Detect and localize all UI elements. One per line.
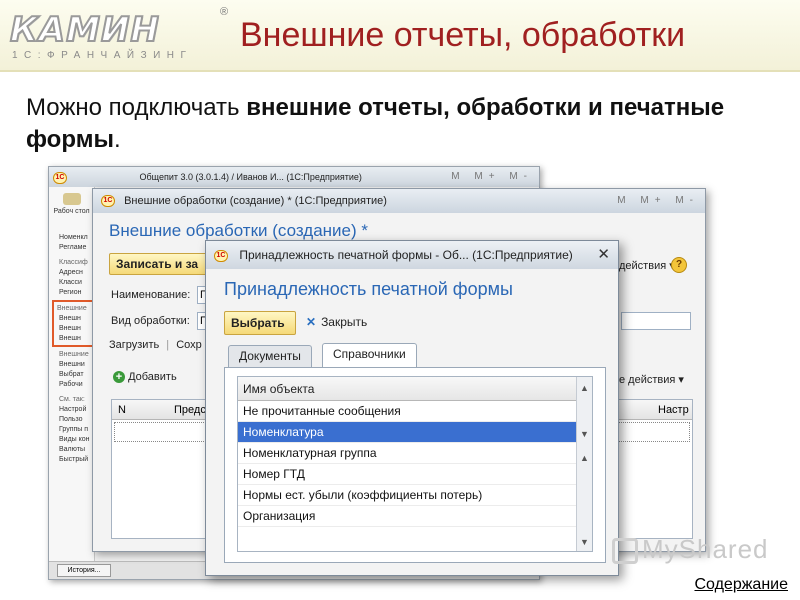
list-item[interactable]: Номенклатурная группа bbox=[238, 443, 576, 464]
page-title: Внешние отчеты, обработки bbox=[240, 16, 686, 54]
close-x-icon: ✕ bbox=[306, 315, 317, 329]
sections-panel: Рабоч стол Номенкл Регламе Классиф Адрес… bbox=[49, 187, 95, 579]
close-button-label: Закрыть bbox=[321, 315, 368, 329]
table-of-contents-link[interactable]: Содержание bbox=[694, 576, 788, 594]
nav-item[interactable]: Виды кон bbox=[49, 435, 94, 445]
intro-text: Можно подключать внешние отчеты, обработ… bbox=[26, 92, 746, 156]
list-item-selected[interactable]: Номенклатура bbox=[238, 422, 576, 443]
list-item[interactable]: Не прочитанные сообщения bbox=[238, 401, 576, 422]
object-list: Имя объекта Не прочитанные сообщения Ном… bbox=[237, 376, 593, 552]
watermark-text: MyShared bbox=[642, 534, 769, 564]
column-presentation[interactable]: Предс bbox=[174, 400, 206, 420]
1c-app-icon: 1С bbox=[53, 171, 67, 184]
highlighted-nav-group: Внешние Внешн Внешн Внешн bbox=[52, 300, 94, 347]
type-field-right[interactable] bbox=[621, 312, 691, 330]
logo-subtitle: 1С:ФРАНЧАЙЗИНГ bbox=[12, 50, 193, 61]
tab-other[interactable]: Сохр bbox=[176, 339, 202, 351]
intro-end: . bbox=[113, 126, 121, 153]
save-and-close-button[interactable]: Записать и за bbox=[109, 253, 219, 275]
watermark: MyShared bbox=[612, 534, 769, 565]
main-window-titlebar: 1С Общепит 3.0 (3.0.1.4) / Иванов И... (… bbox=[49, 167, 539, 187]
catalogs-tab-panel: Имя объекта Не прочитанные сообщения Ном… bbox=[224, 367, 606, 563]
nav-item[interactable]: Внешн bbox=[54, 314, 92, 324]
nav-group-label: Внешние bbox=[57, 305, 87, 312]
nav-item[interactable]: Класси bbox=[49, 278, 94, 288]
nav-item[interactable]: Настрой bbox=[49, 405, 94, 415]
name-label: Наименование: bbox=[111, 289, 191, 301]
processing-tabs: Загрузить | Сохр bbox=[109, 339, 202, 351]
nav-item[interactable]: Адресн bbox=[49, 268, 94, 278]
processing-window-titlebar: 1С Внешние обработки (создание) * (1С:Пр… bbox=[93, 189, 705, 213]
1c-app-icon: 1С bbox=[214, 249, 228, 262]
history-button[interactable]: История... bbox=[57, 564, 111, 577]
list-item[interactable]: Организация bbox=[238, 506, 576, 527]
nav-item[interactable]: Выбрат bbox=[49, 370, 94, 380]
add-button-label: Добавить bbox=[128, 371, 177, 383]
nav-item[interactable]: Группы п bbox=[49, 425, 94, 435]
dialog-header: Принадлежность печатной формы bbox=[224, 279, 513, 299]
intro-plain: Можно подключать bbox=[26, 94, 247, 121]
toolbar-memory-icons[interactable]: M M+ M- bbox=[617, 189, 699, 213]
processing-window-title: Внешние обработки (создание) * (1С:Предп… bbox=[124, 195, 387, 207]
help-icon[interactable]: ? bbox=[671, 257, 687, 273]
add-button[interactable]: + Добавить bbox=[113, 371, 177, 384]
list-item[interactable]: Номер ГТД bbox=[238, 464, 576, 485]
kamin-logo: КАМИН ® 1С:ФРАНЧАЙЗИНГ bbox=[9, 6, 230, 66]
close-button[interactable]: ✕ Закрыть bbox=[306, 315, 367, 329]
print-form-ownership-dialog: 1С Принадлежность печатной формы - Об...… bbox=[205, 240, 619, 576]
desktop-icon bbox=[62, 193, 81, 205]
list-item[interactable]: Нормы ест. убыли (коэффициенты потерь) bbox=[238, 485, 576, 506]
desktop-shortcut[interactable]: Рабоч стол bbox=[49, 187, 94, 233]
nav-item[interactable]: Внешн bbox=[54, 334, 92, 344]
column-settings[interactable]: Настр bbox=[658, 400, 689, 420]
choose-button[interactable]: Выбрать bbox=[224, 311, 296, 335]
column-n[interactable]: N bbox=[118, 400, 126, 420]
tab-catalogs[interactable]: Справочники bbox=[322, 343, 417, 368]
nav-item[interactable]: Быстрый bbox=[49, 455, 94, 465]
dialog-title: Принадлежность печатной формы - Об... (1… bbox=[239, 248, 573, 262]
desktop-label: Рабоч стол bbox=[53, 208, 90, 215]
nav-item[interactable]: Внешн bbox=[54, 324, 92, 334]
nav-group-label: См. так: bbox=[59, 396, 85, 403]
plus-icon: + bbox=[113, 371, 125, 384]
close-icon[interactable]: ✕ bbox=[597, 241, 610, 269]
actions-menu[interactable]: действия ▾ bbox=[619, 259, 675, 272]
nav-item[interactable]: Пользо bbox=[49, 415, 94, 425]
logo-registered-mark: ® bbox=[220, 6, 229, 18]
main-window-title: Общепит 3.0 (3.0.1.4) / Иванов И... (1С:… bbox=[139, 172, 362, 182]
list-scrollbar[interactable]: ▲ ▼ ▲ ▼ bbox=[576, 377, 592, 551]
slide-header: КАМИН ® 1С:ФРАНЧАЙЗИНГ Внешние отчеты, о… bbox=[0, 0, 800, 72]
object-name-column-header[interactable]: Имя объекта bbox=[238, 377, 592, 401]
1c-app-icon: 1С bbox=[101, 195, 115, 208]
scroll-up-icon[interactable]: ▲ bbox=[580, 453, 589, 463]
tab-documents[interactable]: Документы bbox=[228, 345, 312, 367]
scroll-up-icon[interactable]: ▲ bbox=[580, 383, 589, 393]
scroll-down-icon[interactable]: ▼ bbox=[580, 429, 589, 439]
nav-group-label: Внешние bbox=[59, 351, 89, 358]
tab-load[interactable]: Загрузить bbox=[109, 339, 159, 351]
type-label: Вид обработки: bbox=[111, 315, 190, 327]
nav-group-label: Классиф bbox=[59, 259, 88, 266]
nav-item[interactable]: Внешни bbox=[49, 360, 94, 370]
more-actions-menu[interactable]: е действия ▾ bbox=[619, 373, 684, 386]
toolbar-memory-icons[interactable]: M M+ M- bbox=[451, 167, 533, 187]
logo-wordmark: КАМИН bbox=[9, 9, 160, 51]
nav-item[interactable]: Номенкл bbox=[49, 233, 94, 243]
nav-item[interactable]: Валюты bbox=[49, 445, 94, 455]
watermark-icon bbox=[612, 538, 638, 565]
processing-form-header: Внешние обработки (создание) * bbox=[109, 221, 368, 240]
nav-item[interactable]: Регламе bbox=[49, 243, 94, 253]
nav-item[interactable]: Рабочи bbox=[49, 380, 94, 390]
dialog-titlebar: 1С Принадлежность печатной формы - Об...… bbox=[206, 241, 618, 269]
nav-item[interactable]: Регион bbox=[49, 288, 94, 298]
scroll-down-icon[interactable]: ▼ bbox=[580, 537, 589, 547]
